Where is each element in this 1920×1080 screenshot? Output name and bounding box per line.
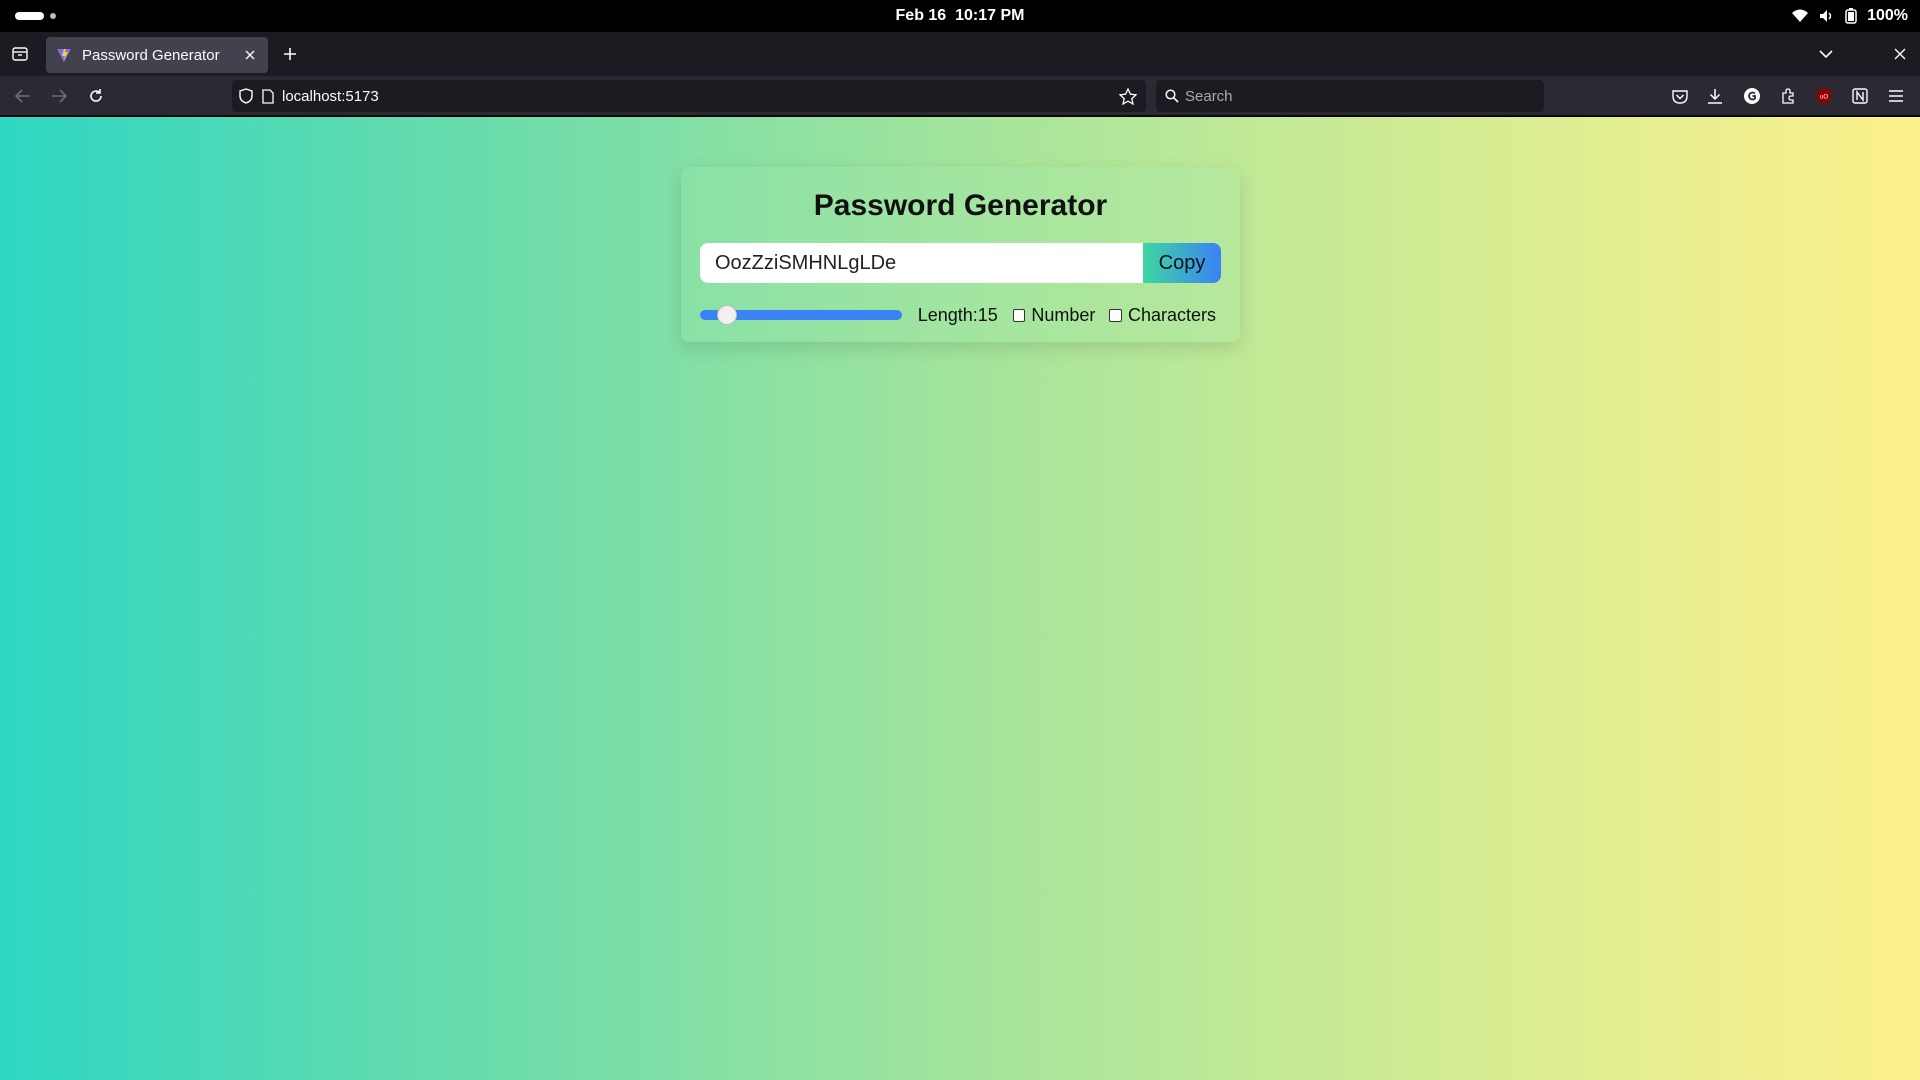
back-arrow-icon[interactable] xyxy=(11,84,35,108)
firefox-view-icon[interactable] xyxy=(8,42,32,66)
vite-logo-icon xyxy=(57,49,71,62)
page-viewport: Password Generator Copy Length:15 Number… xyxy=(0,117,1920,1080)
page-info-icon[interactable] xyxy=(262,88,274,104)
number-checkbox[interactable] xyxy=(1012,308,1026,322)
window-close-icon[interactable] xyxy=(1888,42,1912,66)
shield-icon[interactable] xyxy=(239,88,253,104)
chevron-down-icon[interactable] xyxy=(1814,42,1838,66)
os-clock: Feb 16 10:17 PM xyxy=(0,0,1920,32)
password-generator-card: Password Generator Copy Length:15 Number… xyxy=(681,167,1240,342)
pocket-icon[interactable] xyxy=(1668,84,1692,108)
battery-level: 100% xyxy=(1867,7,1908,24)
url-bar[interactable]: localhost:5173 xyxy=(232,80,1146,112)
battery-icon xyxy=(1845,8,1857,24)
tab-password-generator[interactable]: Password Generator xyxy=(46,37,268,73)
workspace-indicator[interactable] xyxy=(15,12,44,20)
search-placeholder: Search xyxy=(1185,87,1233,105)
characters-label[interactable]: Characters xyxy=(1128,305,1216,326)
search-bar[interactable]: Search xyxy=(1156,80,1544,112)
svg-text:uO: uO xyxy=(1820,95,1828,101)
os-top-bar: Feb 16 10:17 PM 100% xyxy=(0,0,1920,32)
length-slider-thumb[interactable] xyxy=(717,305,738,325)
ublock-icon[interactable]: uO xyxy=(1812,84,1836,108)
options-row: Length:15 Number Characters xyxy=(700,303,1230,327)
grammarly-icon[interactable] xyxy=(1740,84,1764,108)
new-tab-icon[interactable] xyxy=(278,42,302,66)
download-icon[interactable] xyxy=(1703,84,1727,108)
search-icon xyxy=(1165,89,1179,103)
workspace-dot[interactable] xyxy=(50,13,56,19)
characters-checkbox[interactable] xyxy=(1109,308,1122,322)
forward-arrow-icon[interactable] xyxy=(47,84,71,108)
length-label: Length:15 xyxy=(917,304,998,325)
os-time[interactable]: 10:17 PM xyxy=(955,7,1024,24)
tab-title: Password Generator xyxy=(82,46,220,64)
reload-icon[interactable] xyxy=(84,84,108,108)
extensions-icon[interactable] xyxy=(1776,84,1800,108)
number-label[interactable]: Number xyxy=(1031,305,1095,326)
tab-close-icon[interactable] xyxy=(240,45,260,65)
menu-icon[interactable] xyxy=(1884,84,1908,108)
notion-icon[interactable] xyxy=(1848,84,1872,108)
copy-button[interactable]: Copy xyxy=(1143,243,1221,283)
page-title: Password Generator xyxy=(813,189,1108,222)
bookmark-star-icon[interactable] xyxy=(1118,86,1138,106)
os-date[interactable]: Feb 16 xyxy=(896,7,947,24)
volume-icon xyxy=(1819,9,1835,23)
length-slider[interactable] xyxy=(700,305,902,325)
tab-strip: Password Generator xyxy=(0,32,1920,76)
url-text[interactable]: localhost:5173 xyxy=(282,88,379,105)
password-field[interactable] xyxy=(700,243,1144,283)
wifi-icon xyxy=(1791,9,1809,23)
os-status-area[interactable]: 100% xyxy=(1791,0,1908,32)
nav-toolbar: localhost:5173 Search uO xyxy=(0,76,1920,116)
